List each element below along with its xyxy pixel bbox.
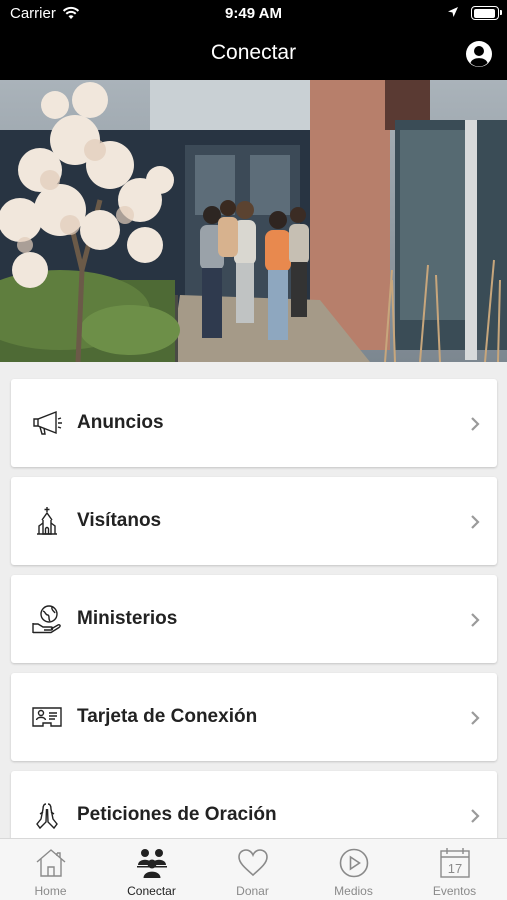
profile-icon[interactable] [465,40,493,68]
tab-label: Home [34,884,67,898]
menu-item-peticiones-de-oracion[interactable]: Peticiones de Oración [11,771,497,838]
chevron-right-icon [471,809,480,823]
menu-item-label: Ministerios [77,608,178,629]
globe-hand-icon [32,605,61,634]
menu-item-ministerios[interactable]: Ministerios [11,575,497,663]
menu-item-label: Tarjeta de Conexión [77,706,258,727]
menu-item-visitanos[interactable]: Visítanos [11,477,497,565]
menu-item-label: Anuncios [77,412,164,433]
chevron-right-icon [471,417,480,431]
tab-label: Conectar [127,884,176,898]
praying-hands-icon [36,803,58,830]
church-icon [37,507,57,535]
tab-label: Medios [334,884,373,898]
tab-donar[interactable]: Donar [202,839,303,900]
page-title: Conectar [210,41,297,64]
people-icon [137,849,167,878]
tab-bar: Home Conectar Donar Medios 17 Eventos [0,838,507,900]
chevron-right-icon [471,515,480,529]
tab-label: Donar [236,884,269,898]
tab-eventos[interactable]: 17 Eventos [404,839,505,900]
id-card-icon [32,707,62,727]
home-icon [36,849,66,877]
chevron-right-icon [471,613,480,627]
status-bar: Carrier 9:49 AM [0,0,507,28]
calendar-day: 17 [448,861,462,876]
tab-conectar[interactable]: Conectar [101,839,202,900]
megaphone-icon [33,410,62,435]
tab-medios[interactable]: Medios [303,839,404,900]
tab-home[interactable]: Home [0,839,101,900]
clock: 9:49 AM [225,5,282,22]
hero-image [0,80,507,362]
menu-list: Anuncios Visítanos Ministerios Tarjeta d… [0,362,507,838]
chevron-right-icon [471,711,480,725]
menu-item-label: Peticiones de Oración [77,804,277,825]
menu-item-label: Visítanos [77,510,162,531]
menu-item-tarjeta-de-conexion[interactable]: Tarjeta de Conexión [11,673,497,761]
tab-label: Eventos [432,884,477,898]
battery-icon [471,6,502,20]
calendar-icon: 17 [440,848,470,878]
nav-bar: Conectar [0,28,507,80]
location-arrow-icon [448,7,458,17]
menu-item-anuncios[interactable]: Anuncios [11,379,497,467]
heart-icon [238,849,268,877]
play-icon [339,848,369,878]
